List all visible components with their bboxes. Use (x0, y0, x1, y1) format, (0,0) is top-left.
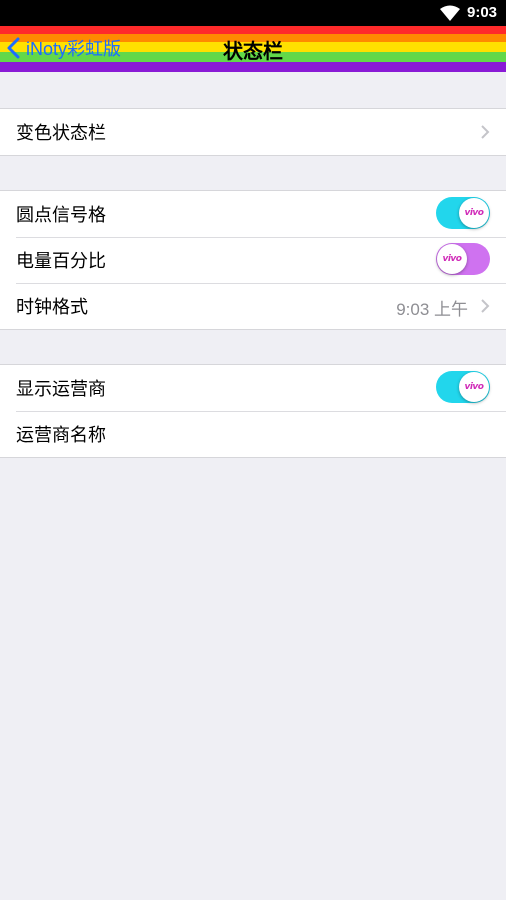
toggle-knob: vivo (459, 372, 489, 402)
navigation-bar: iNoty彩虹版 状态栏 (0, 26, 506, 72)
chevron-right-icon (481, 299, 490, 313)
wifi-icon (440, 5, 460, 21)
battery-percent-toggle[interactable]: vivo (436, 243, 490, 275)
row-clock-format[interactable]: 时钟格式 9:03 上午 (0, 283, 506, 329)
settings-group-1: 变色状态栏 (0, 108, 506, 156)
dot-signal-toggle[interactable]: vivo (436, 197, 490, 229)
row-carrier-name[interactable]: 运营商名称 (0, 411, 506, 457)
status-bar: 9:03 (0, 0, 506, 26)
row-label: 圆点信号格 (16, 205, 106, 225)
clock-format-value: 9:03 上午 (396, 300, 468, 319)
chevron-right-icon (481, 125, 490, 139)
settings-group-2: 圆点信号格 vivo 电量百分比 vivo 时钟格式 9:03 上午 (0, 190, 506, 330)
row-label: 运营商名称 (16, 425, 106, 445)
settings-group-3: 显示运营商 vivo 运营商名称 (0, 364, 506, 458)
page-title: 状态栏 (223, 41, 283, 63)
status-time: 9:03 (467, 4, 498, 21)
row-battery-percent: 电量百分比 vivo (0, 237, 506, 283)
row-color-status-bar[interactable]: 变色状态栏 (0, 109, 506, 155)
row-show-carrier: 显示运营商 vivo (0, 365, 506, 411)
row-dot-signal: 圆点信号格 vivo (0, 191, 506, 237)
toggle-knob: vivo (459, 198, 489, 228)
toggle-knob: vivo (437, 244, 467, 274)
row-label: 时钟格式 (16, 297, 88, 317)
row-label: 变色状态栏 (16, 123, 106, 143)
show-carrier-toggle[interactable]: vivo (436, 371, 490, 403)
row-label: 电量百分比 (16, 251, 106, 271)
row-label: 显示运营商 (16, 379, 106, 399)
